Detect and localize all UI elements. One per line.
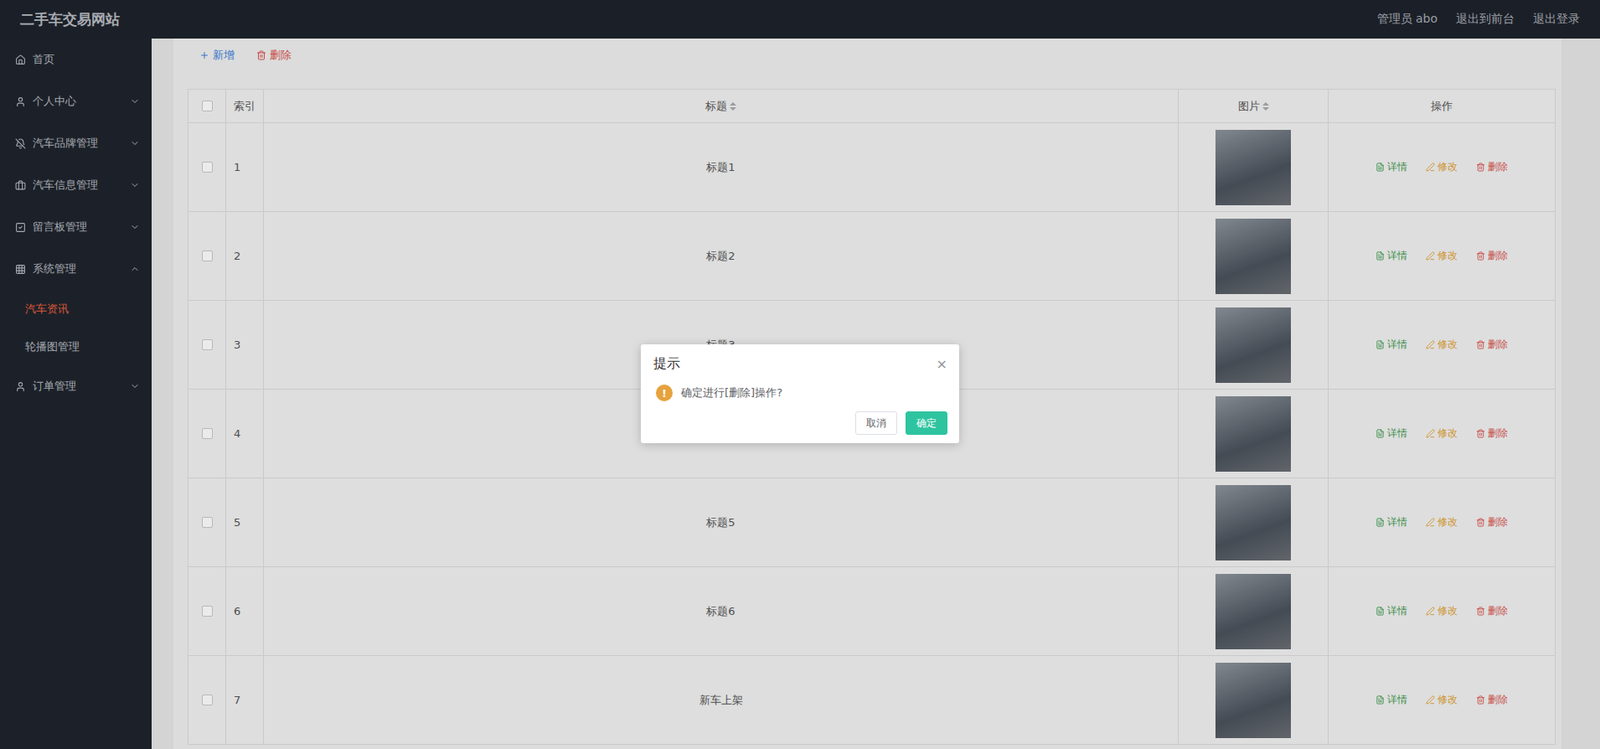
dialog-body: ! 确定进行[删除]操作? <box>653 372 948 412</box>
dialog-message: 确定进行[删除]操作? <box>681 385 783 401</box>
dialog-title: 提示 <box>653 355 681 373</box>
page: 二手车交易网站管理员 abo退出到前台退出登录首页个人中心汽车品牌管理汽车信息管… <box>0 0 1600 749</box>
confirm-button[interactable]: 确定 <box>905 411 948 435</box>
cancel-button[interactable]: 取消 <box>855 411 898 435</box>
confirm-dialog: 提示 ×! 确定进行[删除]操作? 取消确定 <box>640 344 960 444</box>
close-button[interactable]: × <box>936 357 948 372</box>
dialog-footer: 取消确定 <box>653 411 948 435</box>
dialog-header: 提示 × <box>653 355 948 373</box>
modal-mask: 提示 ×! 确定进行[删除]操作? 取消确定 <box>0 0 1600 749</box>
warning-icon: ! <box>655 384 673 402</box>
